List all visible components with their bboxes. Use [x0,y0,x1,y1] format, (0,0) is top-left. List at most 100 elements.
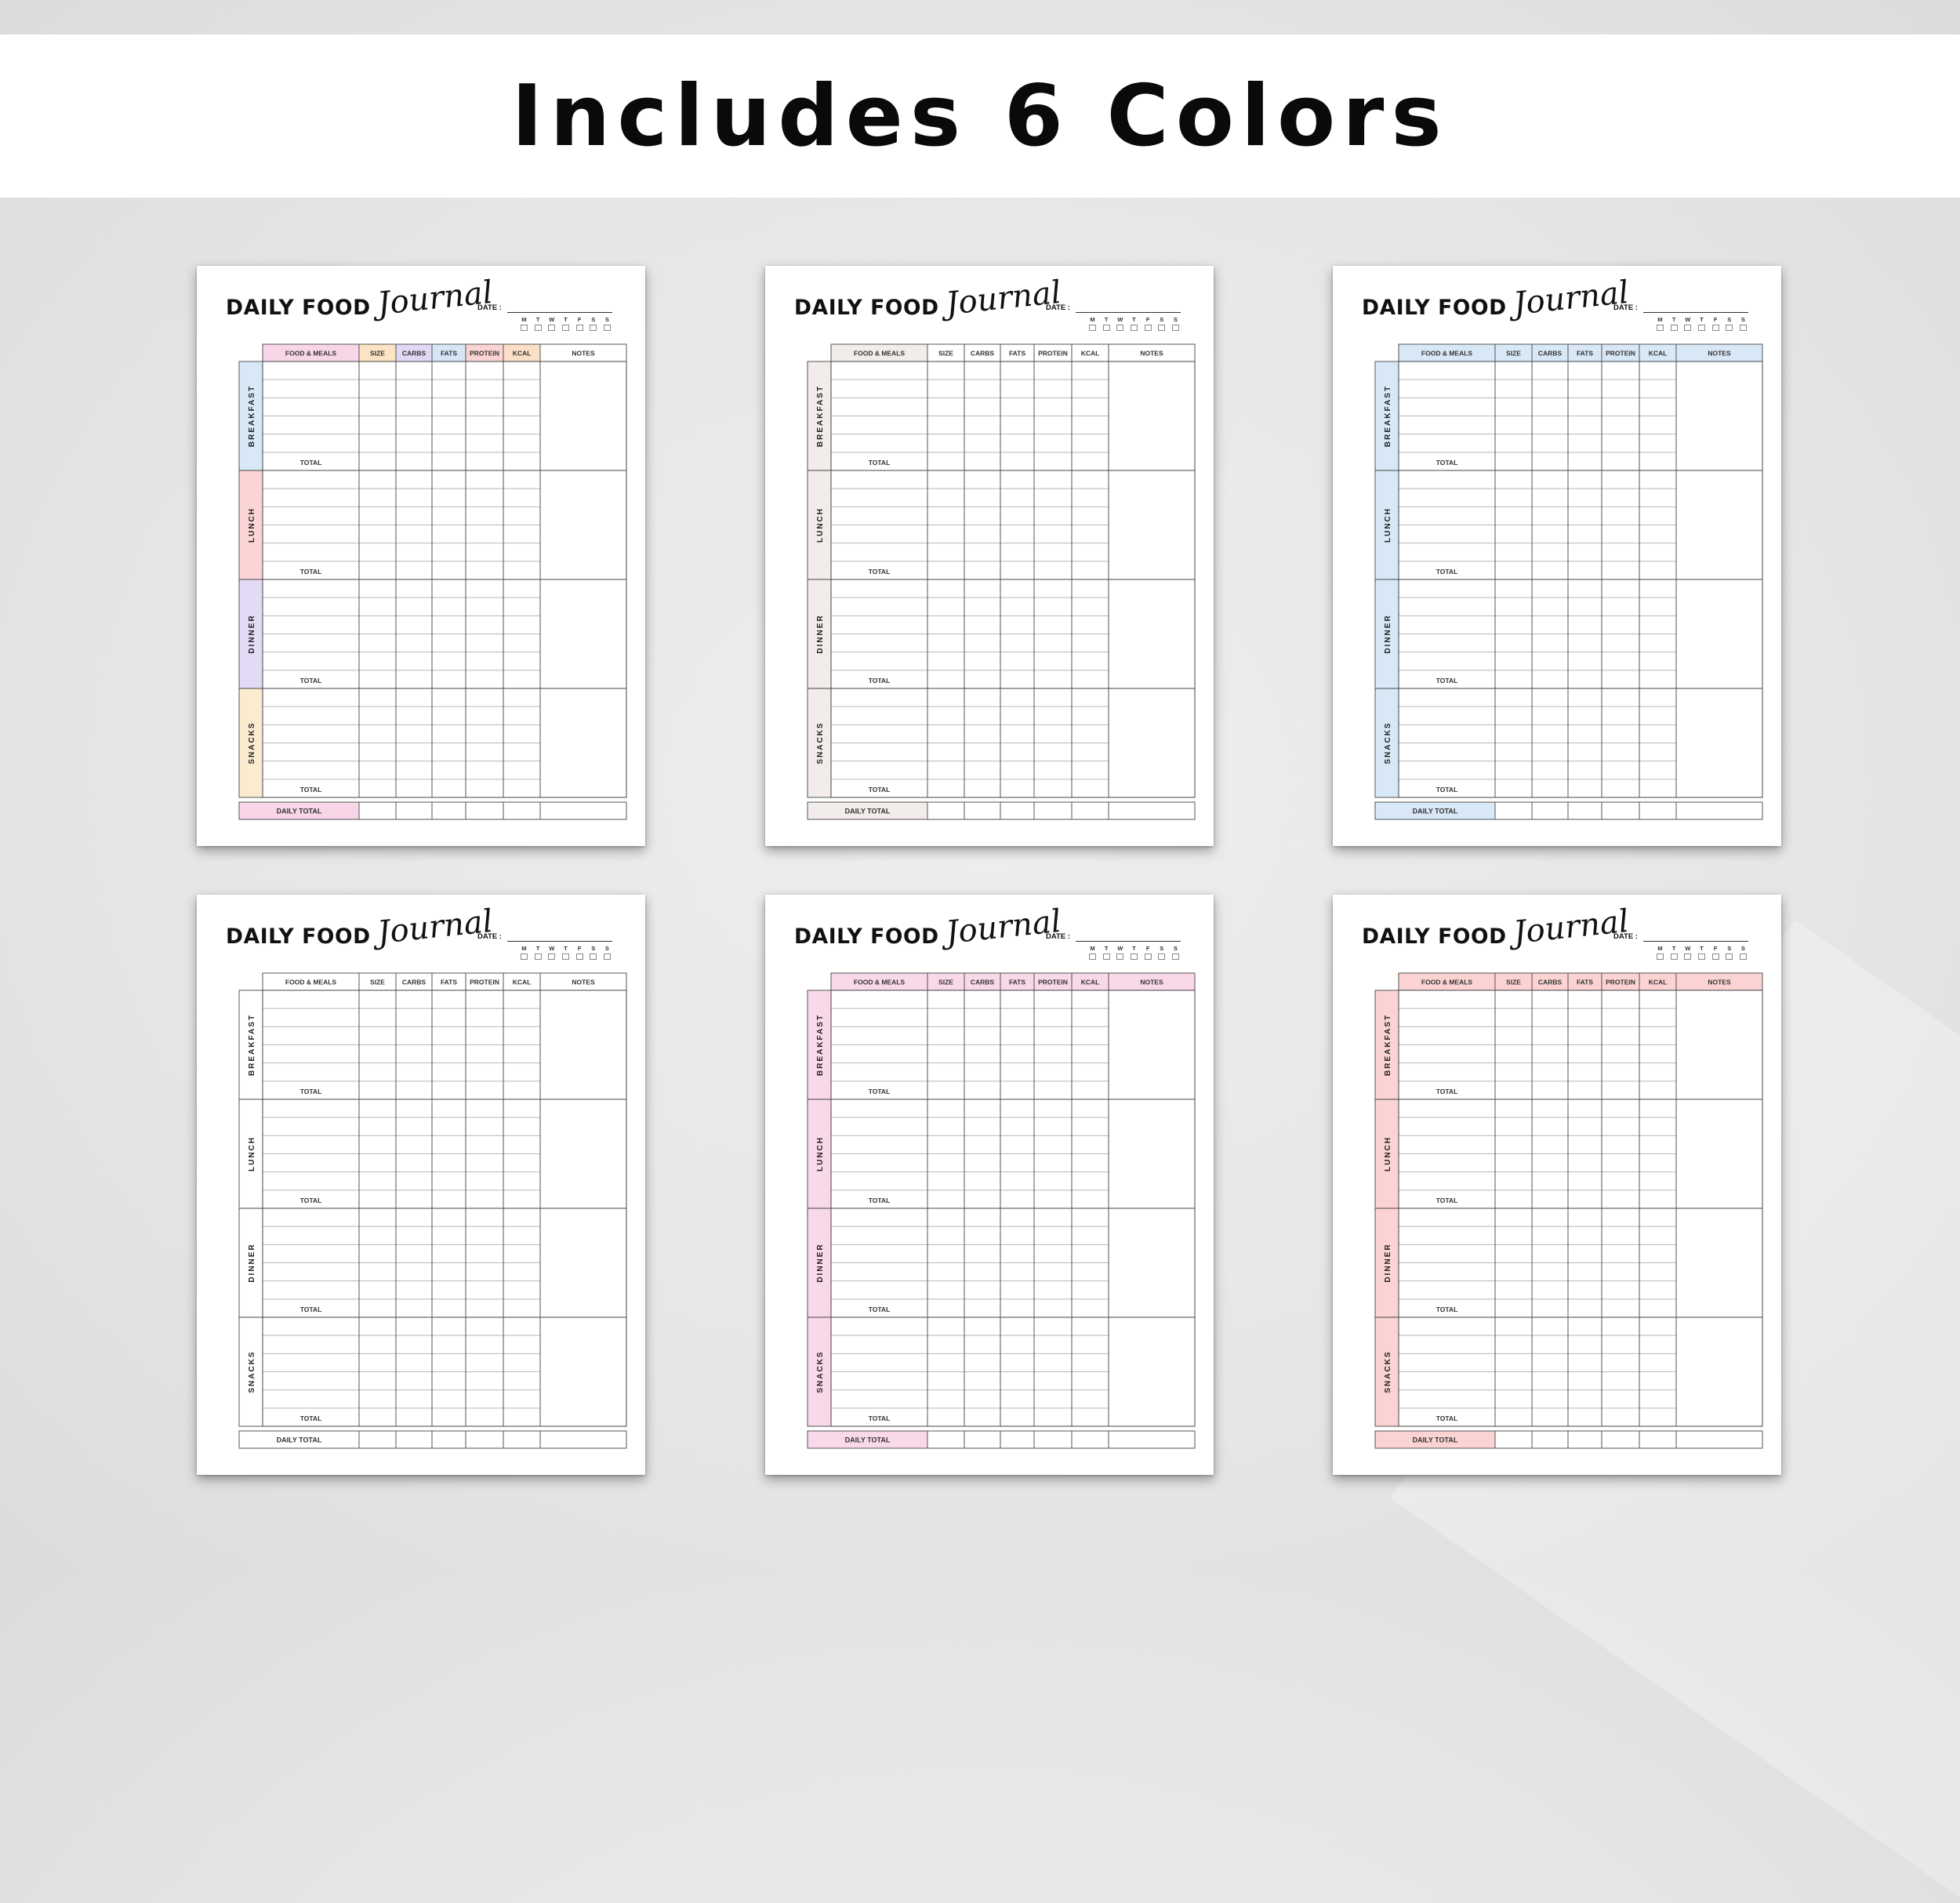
daily-total-cell [1108,801,1196,820]
food-log-table: FOOD & MEALS SIZE CARBS FATS PROTEIN KCAL NOTE… [1374,972,1763,1449]
column-header-label: NOTES [1140,350,1163,358]
meal-section-label: LUNCH [248,507,256,543]
journal-page-blue: DAILY FOOD Journal DATE : M T W T F S S FOOD & MEA… [1333,266,1781,846]
column-header-label: NOTES [1708,979,1731,986]
daily-total-cell [1567,801,1602,820]
daily-total-cell [503,801,541,820]
daily-total-cell [964,801,1001,820]
section-total-label: TOTAL [869,1197,891,1204]
daily-total-cell [1108,1430,1196,1449]
section-total-label: TOTAL [869,1088,891,1095]
meal-section-label: DINNER [816,614,825,653]
column-header-label: KCAL [1081,979,1100,986]
column-header-label: NOTES [572,350,595,358]
column-header-label: SIZE [938,350,953,358]
column-header-label: PROTEIN [470,979,499,986]
daily-total-label: DAILY TOTAL [1413,808,1458,815]
column-header-label: CARBS [971,979,995,986]
daily-total-cell [503,1430,541,1449]
column-header-label: CARBS [971,350,995,358]
column-header-label: KCAL [513,979,532,986]
meal-section-label: DINNER [248,1243,256,1282]
section-total-label: TOTAL [300,786,322,794]
food-log-table: FOOD & MEALS SIZE CARBS FATS PROTEIN KCAL NOTE… [807,343,1196,820]
section-total-label: TOTAL [1436,677,1458,685]
column-header-label: FOOD & MEALS [1421,979,1472,986]
column-header-label: CARBS [1538,350,1563,358]
meal-section-label: SNACKS [816,1350,825,1393]
column-header-label: CARBS [402,979,426,986]
meal-section-label: SNACKS [248,721,256,764]
section-total-label: TOTAL [1436,459,1458,467]
section-total-label: TOTAL [869,677,891,685]
daily-total-cell [927,1430,965,1449]
meal-section-label: LUNCH [1384,507,1392,543]
food-log-table: FOOD & MEALS SIZE CARBS FATS PROTEIN KCAL NOTE… [807,972,1196,1449]
column-header-label: FATS [441,350,457,358]
meal-section-label: DINNER [816,1243,825,1282]
meal-section-label: DINNER [1384,1243,1392,1282]
daily-total-cell [1675,801,1763,820]
daily-total-cell [358,801,397,820]
daily-total-cell [1494,801,1533,820]
column-header-label: PROTEIN [1606,350,1635,358]
column-header-label: PROTEIN [1606,979,1635,986]
section-total-label: TOTAL [300,677,322,685]
daily-total-cell [1639,801,1677,820]
meal-section-label: DINNER [248,614,256,653]
column-header-label: CARBS [402,350,426,358]
journal-page-white: DAILY FOOD Journal DATE : M T W T F S S FOOD & MEA… [197,895,645,1475]
daily-total-label: DAILY TOTAL [277,808,322,815]
meal-section-label: BREAKFAST [816,385,825,447]
meal-section-label: LUNCH [248,1136,256,1171]
journal-page-pink: DAILY FOOD Journal DATE : M T W T F S S FOOD & MEA… [765,895,1214,1475]
daily-total-cell [539,1430,627,1449]
daily-total-label: DAILY TOTAL [845,808,891,815]
daily-total-label: DAILY TOTAL [1413,1436,1458,1444]
section-total-label: TOTAL [300,459,322,467]
column-header-label: NOTES [1140,979,1163,986]
column-header-label: SIZE [1506,979,1521,986]
section-total-label: TOTAL [1436,1197,1458,1204]
column-header-label: FOOD & MEALS [854,350,905,358]
section-total-label: TOTAL [869,1306,891,1313]
column-header-label: KCAL [1649,979,1668,986]
section-total-label: TOTAL [1436,1088,1458,1095]
column-header-label: SIZE [1506,350,1521,358]
meal-section-label: SNACKS [816,721,825,764]
daily-total-cell [1601,801,1640,820]
meal-section-label: BREAKFAST [1384,385,1392,447]
section-total-label: TOTAL [300,1197,322,1204]
column-header-label: NOTES [572,979,595,986]
journal-page-coral: DAILY FOOD Journal DATE : M T W T F S S FOOD & MEA… [1333,895,1781,1475]
section-total-label: TOTAL [869,459,891,467]
section-total-label: TOTAL [300,568,322,576]
column-header-label: NOTES [1708,350,1731,358]
daily-total-cell [1675,1430,1763,1449]
daily-total-cell [1567,1430,1602,1449]
meal-section-label: BREAKFAST [248,1014,256,1076]
column-header-label: SIZE [370,350,385,358]
column-header-label: PROTEIN [1038,350,1068,358]
column-header-label: FATS [441,979,457,986]
meal-section-label: BREAKFAST [248,385,256,447]
daily-total-cell [395,801,433,820]
column-header-label: FOOD & MEALS [1421,350,1472,358]
daily-total-cell [431,1430,466,1449]
column-header-label: FATS [1577,979,1593,986]
food-log-table: FOOD & MEALS SIZE CARBS FATS PROTEIN KCAL NOTE… [238,972,627,1449]
meal-section-label: SNACKS [248,1350,256,1393]
daily-total-cell [1033,1430,1073,1449]
meal-section-label: DINNER [1384,614,1392,653]
daily-total-label: DAILY TOTAL [845,1436,891,1444]
daily-total-cell [539,801,627,820]
meal-section-label: LUNCH [816,1136,825,1171]
daily-total-cell [1639,1430,1677,1449]
column-header-label: FATS [1009,350,1025,358]
section-total-label: TOTAL [1436,786,1458,794]
journal-page-neutral: DAILY FOOD Journal DATE : M T W T F S S FOOD & MEA… [765,266,1214,846]
column-header-label: CARBS [1538,979,1563,986]
daily-total-cell [1531,801,1569,820]
section-total-label: TOTAL [300,1088,322,1095]
daily-total-cell [358,1430,397,1449]
